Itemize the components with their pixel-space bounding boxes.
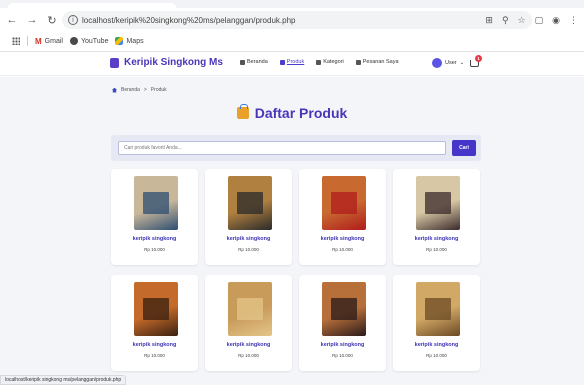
extensions-icon[interactable]: ▢ bbox=[535, 15, 544, 26]
cart-count-badge: 1 bbox=[475, 55, 482, 62]
nav-kategori[interactable]: Kategori bbox=[316, 59, 344, 65]
product-name[interactable]: keripik singkong bbox=[299, 342, 386, 348]
breadcrumb: Beranda > Produk bbox=[112, 87, 167, 93]
page-title-text: Daftar Produk bbox=[254, 105, 348, 121]
zoom-icon[interactable]: ⚲ bbox=[502, 15, 509, 26]
nav-label: Beranda bbox=[247, 59, 268, 65]
product-card[interactable]: keripik singkong Rp 10.000 bbox=[299, 275, 386, 371]
product-price: Rp 10.000 bbox=[238, 353, 259, 358]
star-icon[interactable]: ☆ bbox=[518, 15, 526, 26]
product-card[interactable]: keripik singkong Rp 10.000 bbox=[393, 169, 480, 265]
page-title: Daftar Produk bbox=[0, 104, 584, 121]
forward-icon[interactable]: → bbox=[24, 12, 40, 28]
browser-toolbar: ← → ↻ i localhost/keripik%20singkong%20m… bbox=[0, 8, 584, 32]
search-button[interactable]: Cari bbox=[452, 140, 476, 156]
product-image[interactable] bbox=[322, 176, 366, 230]
reload-icon[interactable]: ↻ bbox=[44, 12, 60, 28]
address-url[interactable]: localhost/keripik%20singkong%20ms/pelang… bbox=[82, 16, 295, 25]
bookmark-maps[interactable]: Maps bbox=[115, 37, 144, 45]
tag-icon bbox=[316, 59, 322, 65]
nav-pesanan-saya[interactable]: Pesanan Saya bbox=[355, 59, 399, 65]
chevron-down-icon: ⌄ bbox=[459, 60, 465, 66]
product-name[interactable]: keripik singkong bbox=[205, 342, 292, 348]
product-image[interactable] bbox=[416, 176, 460, 230]
site-info-icon[interactable]: i bbox=[68, 15, 78, 25]
product-price: Rp 10.000 bbox=[238, 247, 259, 252]
product-image[interactable] bbox=[228, 282, 272, 336]
product-price: Rp 10.000 bbox=[426, 247, 447, 252]
box-icon bbox=[279, 59, 285, 65]
nav-label: Produk bbox=[286, 59, 305, 65]
product-name[interactable]: keripik singkong bbox=[111, 236, 198, 242]
toolbar-icons: ⊞ ⚲ ☆ ▢ ◉ ⋮ bbox=[485, 11, 578, 29]
product-image[interactable] bbox=[322, 282, 366, 336]
product-price: Rp 10.000 bbox=[332, 247, 353, 252]
main-content: Beranda > Produk Daftar Produk Cari keri… bbox=[0, 77, 584, 385]
bookmark-gmail[interactable]: M Gmail bbox=[35, 37, 63, 46]
product-card[interactable]: keripik singkong Rp 10.000 bbox=[205, 275, 292, 371]
shopping-bag-icon bbox=[236, 104, 249, 119]
product-card[interactable]: keripik singkong Rp 10.000 bbox=[299, 169, 386, 265]
bookmark-youtube[interactable]: YouTube bbox=[69, 37, 109, 45]
search-panel: Cari bbox=[111, 135, 481, 161]
breadcrumb-home[interactable]: Beranda bbox=[121, 87, 140, 93]
status-bar: localhost/keripik singkong ms/pelanggan/… bbox=[0, 375, 127, 385]
bookmark-label: Maps bbox=[126, 37, 144, 45]
site-navbar: Keripik Singkong Ms Beranda Produk Kateg… bbox=[0, 52, 584, 76]
gmail-icon: M bbox=[35, 36, 42, 46]
product-image[interactable] bbox=[134, 176, 178, 230]
user-name: User bbox=[445, 60, 457, 66]
brand-name: Keripik Singkong Ms bbox=[124, 57, 223, 68]
product-name[interactable]: keripik singkong bbox=[393, 342, 480, 348]
search-input[interactable] bbox=[118, 141, 446, 155]
product-price: Rp 10.000 bbox=[426, 353, 447, 358]
product-card[interactable]: keripik singkong Rp 10.000 bbox=[111, 275, 198, 371]
nav-produk[interactable]: Produk bbox=[279, 59, 305, 65]
browser-chrome: ← → ↻ i localhost/keripik%20singkong%20m… bbox=[0, 0, 584, 52]
nav-links: Beranda Produk Kategori Pesanan Saya bbox=[240, 59, 399, 65]
product-name[interactable]: keripik singkong bbox=[393, 236, 480, 242]
apps-icon[interactable] bbox=[12, 37, 20, 45]
nav-label: Pesanan Saya bbox=[362, 59, 399, 65]
product-image[interactable] bbox=[134, 282, 178, 336]
product-name[interactable]: keripik singkong bbox=[299, 236, 386, 242]
receipt-icon bbox=[355, 59, 361, 65]
bookmarks-separator bbox=[27, 36, 28, 46]
home-icon bbox=[112, 87, 117, 93]
bookmark-label: Gmail bbox=[44, 37, 63, 45]
bookmarks-bar: M Gmail YouTube Maps bbox=[0, 32, 584, 50]
product-name[interactable]: keripik singkong bbox=[205, 236, 292, 242]
menu-icon[interactable]: ⋮ bbox=[569, 15, 578, 26]
user-menu[interactable]: User ⌄ bbox=[432, 58, 464, 68]
nav-label: Kategori bbox=[323, 59, 344, 65]
home-icon bbox=[240, 59, 245, 65]
youtube-icon bbox=[69, 37, 78, 45]
translate-icon[interactable]: ⊞ bbox=[485, 15, 493, 26]
product-card[interactable]: keripik singkong Rp 10.000 bbox=[393, 275, 480, 371]
breadcrumb-separator: > bbox=[143, 87, 147, 93]
address-bar[interactable]: i localhost/keripik%20singkong%20ms/pela… bbox=[62, 11, 532, 29]
shop-icon bbox=[110, 57, 119, 68]
maps-icon bbox=[115, 37, 124, 45]
avatar bbox=[432, 58, 442, 68]
product-name[interactable]: keripik singkong bbox=[111, 342, 198, 348]
product-price: Rp 10.000 bbox=[144, 247, 165, 252]
back-icon[interactable]: ← bbox=[4, 12, 20, 28]
nav-beranda[interactable]: Beranda bbox=[240, 59, 268, 65]
cart-button[interactable]: 1 bbox=[470, 55, 482, 69]
profile-icon[interactable]: ◉ bbox=[552, 15, 560, 26]
product-card[interactable]: keripik singkong Rp 10.000 bbox=[111, 169, 198, 265]
product-price: Rp 10.000 bbox=[144, 353, 165, 358]
tab-strip bbox=[0, 0, 584, 8]
product-card[interactable]: keripik singkong Rp 10.000 bbox=[205, 169, 292, 265]
breadcrumb-current: Produk bbox=[150, 87, 167, 93]
product-price: Rp 10.000 bbox=[332, 353, 353, 358]
brand-link[interactable]: Keripik Singkong Ms bbox=[110, 57, 223, 68]
product-image[interactable] bbox=[416, 282, 460, 336]
product-image[interactable] bbox=[228, 176, 272, 230]
bookmark-label: YouTube bbox=[80, 37, 109, 45]
